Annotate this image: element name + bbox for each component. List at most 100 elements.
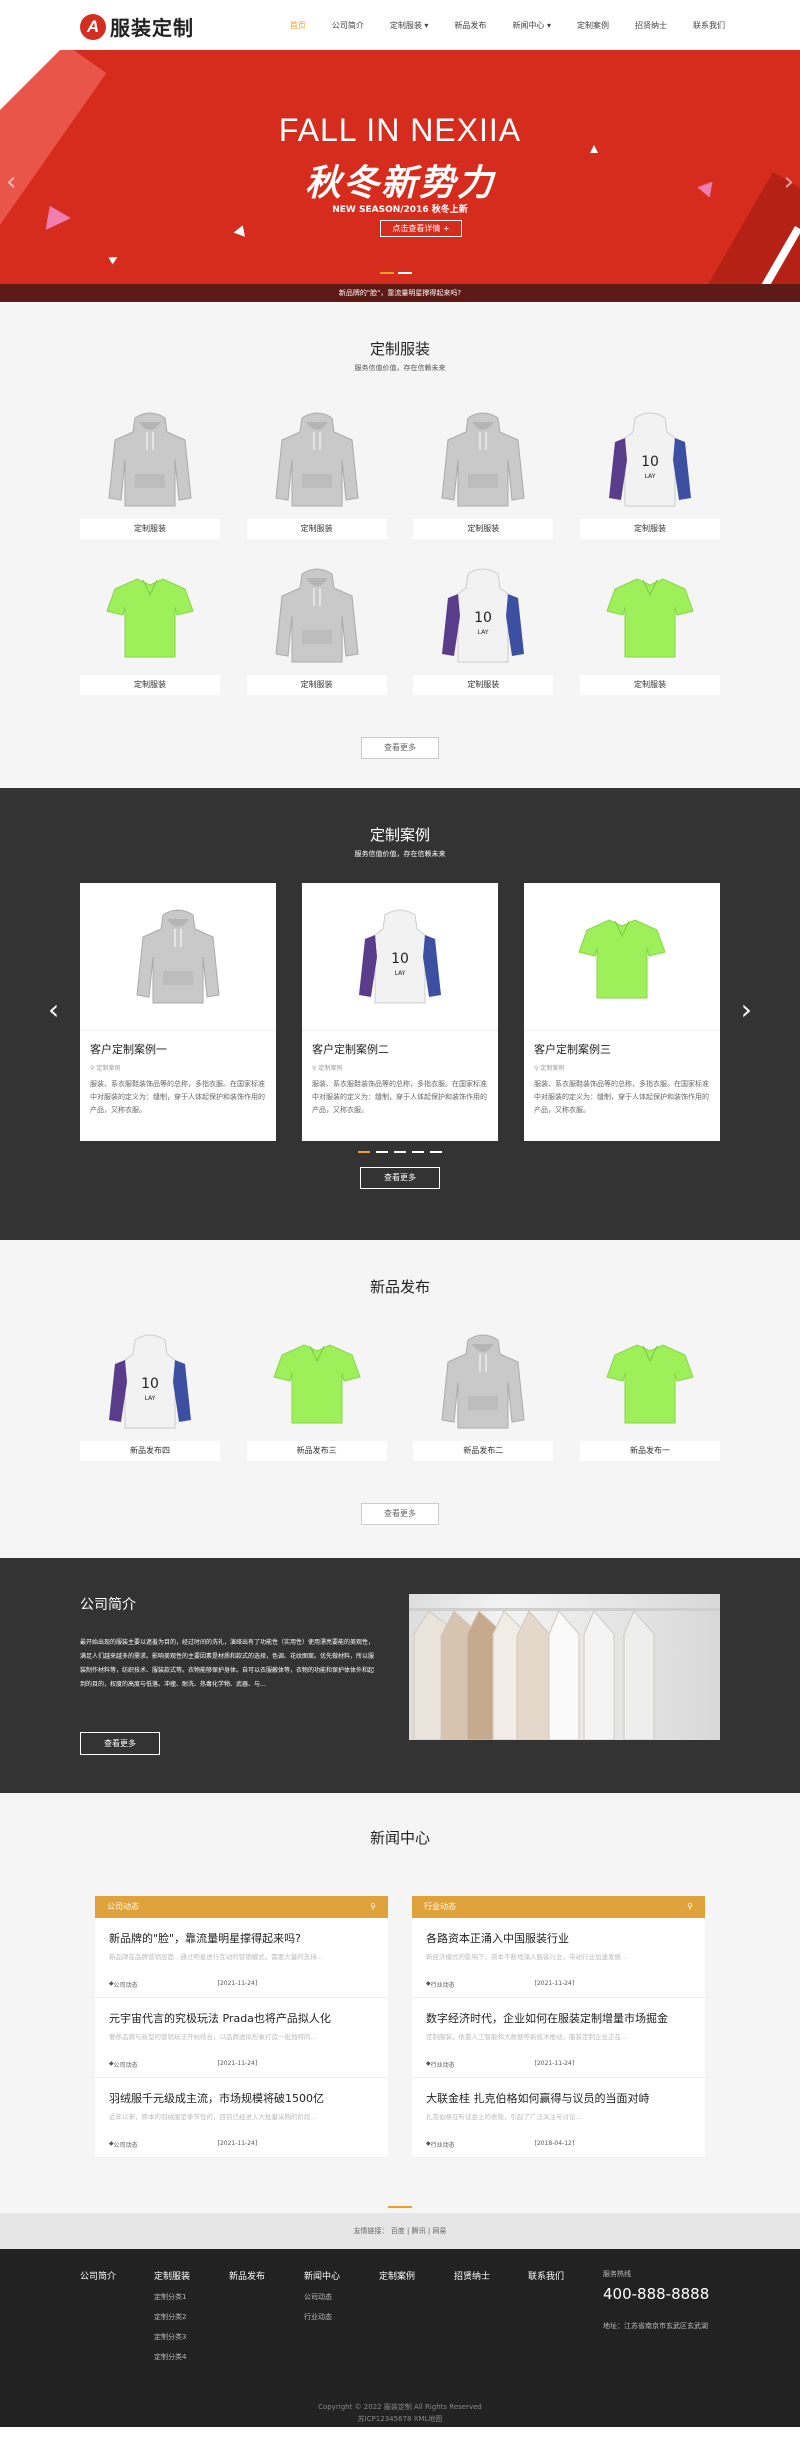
banner-detail-button[interactable]: 点击查看详情 + xyxy=(380,220,462,237)
news-meta: ◆ 行业动态 [2021-11-24] xyxy=(426,2060,691,2069)
banner-title: FALL IN NEXIIA xyxy=(278,112,522,148)
nav-item-cases[interactable]: 定制案例 xyxy=(577,20,609,31)
case-title: 客户定制案例一 xyxy=(90,1043,167,1056)
case-card[interactable]: 10 LAY 客户定制案例二 ⚲ 定制案例 服装、系衣服鞋装饰品等的总称，多指衣服… xyxy=(302,883,498,1141)
footer-col-head[interactable]: 公司简介 xyxy=(80,2269,116,2282)
product-image xyxy=(580,557,720,675)
news-columns: 公司动态 ⚲ 新品牌的"脸"，靠流量明星撑得起来吗? 新品牌在品牌营销层面...通过… xyxy=(95,1896,705,2188)
clothing-rack-image xyxy=(409,1594,720,1740)
pagination-dot[interactable] xyxy=(376,1151,388,1153)
view-more-button[interactable]: 查看更多 xyxy=(361,737,439,759)
news-item[interactable]: 数字经济时代，企业如何在服装定制增量市场掘金 定制服装，依靠人工智能和大数据等新技… xyxy=(412,1998,705,2078)
product-card[interactable]: 10 LAY 定制服装 xyxy=(579,401,720,539)
main-nav: 首页 公司简介 定制服装 ▾ 新品发布 新闻中心 ▾ 定制案例 招贤纳士 联系我… xyxy=(264,0,725,50)
hotline-number[interactable]: 400-888-8888 xyxy=(603,2285,715,2303)
news-desc: 扎克伯格在听证会上的表现，引起了广泛关注与讨论... xyxy=(426,2113,582,2121)
svg-text:LAY: LAY xyxy=(645,473,656,480)
green-polo-icon xyxy=(106,578,194,658)
footer-col-head[interactable]: 招贤纳士 xyxy=(454,2269,490,2282)
product-card[interactable]: 定制服装 xyxy=(413,401,554,539)
product-card[interactable]: 定制服装 xyxy=(80,557,220,695)
nav-item-new[interactable]: 新品发布 xyxy=(454,20,486,31)
product-image: 10 LAY xyxy=(580,401,720,519)
nav-item-custom[interactable]: 定制服装 ▾ xyxy=(390,20,429,31)
pagination-dot[interactable] xyxy=(398,272,412,274)
clothing-rack-illustration xyxy=(409,1608,720,1740)
green-polo-icon xyxy=(272,1344,361,1424)
hotline-label: 服务热线 xyxy=(603,2270,631,2278)
product-card[interactable]: 10 LAY 定制服装 xyxy=(413,557,554,695)
product-card[interactable]: 定制服装 xyxy=(80,401,220,539)
news-item[interactable]: 新品牌的"脸"，靠流量明星撑得起来吗? 新品牌在品牌营销层面...通过明星进行互动… xyxy=(95,1918,388,1998)
footer-link[interactable]: 行业动态 xyxy=(304,2312,340,2322)
footer-col-head[interactable]: 定制服装 xyxy=(154,2269,190,2282)
notice-bar[interactable]: 新品牌的"脸"，靠流量明星撑得起来吗? xyxy=(0,284,800,302)
news-pagination-dot[interactable] xyxy=(388,2206,412,2208)
site-footer: 公司简介 定制服装 定制分类1 定制分类2 定制分类3 定制分类4 新品发布 新… xyxy=(0,2249,800,2427)
product-card[interactable]: 新品发布三 xyxy=(246,1323,387,1461)
svg-text:10: 10 xyxy=(391,951,409,967)
news-column-head[interactable]: 行业动态 ⚲ xyxy=(412,1896,705,1918)
footer-link[interactable]: 定制分类3 xyxy=(154,2332,190,2342)
case-meta: ⚲ 定制案例 xyxy=(534,1063,710,1072)
pagination-dot[interactable] xyxy=(412,1151,424,1153)
product-card[interactable]: 新品发布二 xyxy=(413,1323,554,1461)
svg-text:10: 10 xyxy=(641,454,659,470)
case-card[interactable]: 客户定制案例三 ⚲ 定制案例 服装、系衣服鞋装饰品等的总称，多指衣服。在国家标准… xyxy=(524,883,720,1141)
product-image xyxy=(580,1323,720,1441)
chevron-left-icon[interactable]: ‹ xyxy=(6,167,16,197)
news-meta: ◆ 公司动态 [2021-11-24] xyxy=(109,2140,374,2149)
news-item[interactable]: 大联金桂 扎克伯格如何赢得与议员的当面对峙 扎克伯格在听证会上的表现，引起了广泛关… xyxy=(412,2078,705,2158)
footer-link[interactable]: 公司动态 xyxy=(304,2292,340,2302)
pagination-dot[interactable] xyxy=(358,1151,370,1153)
footer-link[interactable]: 定制分类2 xyxy=(154,2312,190,2322)
product-card[interactable]: 新品发布一 xyxy=(579,1323,720,1461)
news-column-head[interactable]: 公司动态 ⚲ xyxy=(95,1896,388,1918)
footer-link[interactable]: 定制分类4 xyxy=(154,2352,190,2362)
product-card[interactable]: 定制服装 xyxy=(246,557,387,695)
nav-item-contact[interactable]: 联系我们 xyxy=(693,20,725,31)
product-image: 10 LAY xyxy=(413,557,553,675)
nav-item-news[interactable]: 新闻中心 ▾ xyxy=(512,20,551,31)
chevron-left-icon[interactable]: ‹ xyxy=(48,993,59,1026)
news-tag: 公司动态 xyxy=(113,2142,138,2149)
news-column-title: 公司动态 xyxy=(107,1902,139,1911)
footer-col-head[interactable]: 联系我们 xyxy=(528,2269,564,2282)
news-column-title: 行业动态 xyxy=(424,1902,456,1911)
news-item[interactable]: 各路资本正涌入中国服装行业 新经济模式的影响下，资本不断地涌入服装行业，带动行业加… xyxy=(412,1918,705,1998)
footer-col-head[interactable]: 新品发布 xyxy=(229,2269,265,2282)
product-card[interactable]: 定制服装 xyxy=(246,401,387,539)
logo[interactable]: A 服装定制 xyxy=(80,12,194,41)
friend-link[interactable]: 网易 xyxy=(432,2227,446,2235)
view-more-button[interactable]: 查看更多 xyxy=(80,1732,160,1755)
friend-link[interactable]: 腾讯 xyxy=(412,2227,426,2235)
logo-badge-icon: A xyxy=(80,13,106,40)
icp-text[interactable]: 苏ICP12345678 XML地图 xyxy=(0,2413,800,2425)
product-caption: 定制服装 xyxy=(579,675,720,695)
nav-item-jobs[interactable]: 招贤纳士 xyxy=(635,20,667,31)
pagination-dot[interactable] xyxy=(394,1151,406,1153)
footer-link[interactable]: 定制分类1 xyxy=(154,2292,190,2302)
view-more-button[interactable]: 查看更多 xyxy=(361,1503,439,1525)
nav-item-home[interactable]: 首页 xyxy=(290,20,306,31)
friend-link[interactable]: 百度 xyxy=(391,2227,405,2235)
chevron-right-icon[interactable]: › xyxy=(784,167,794,197)
news-item[interactable]: 元宇宙代言的究极玩法 Prada也将产品拟人化 奢侈品牌与新型的营销玩法开始结合，… xyxy=(95,1998,388,2078)
product-card[interactable]: 10 LAY 新品发布四 xyxy=(80,1323,220,1461)
news-date: [2018-04-12] xyxy=(534,2140,575,2147)
site-header: A 服装定制 首页 公司简介 定制服装 ▾ 新品发布 新闻中心 ▾ 定制案例 招… xyxy=(0,0,800,50)
case-card[interactable]: 客户定制案例一 ⚲ 定制案例 服装、系衣服鞋装饰品等的总称，多指衣服。在国家标准… xyxy=(80,883,276,1141)
nav-item-about[interactable]: 公司简介 xyxy=(332,20,364,31)
footer-col-head[interactable]: 新闻中心 xyxy=(304,2269,340,2282)
pagination-dot[interactable] xyxy=(380,272,394,274)
product-card[interactable]: 定制服装 xyxy=(579,557,720,695)
chevron-right-icon[interactable]: › xyxy=(741,993,752,1026)
news-desc: 定制服装，依靠人工智能和大数据等新技术推动，服装定制企业正在... xyxy=(426,2033,628,2041)
footer-col-head[interactable]: 定制案例 xyxy=(379,2269,415,2282)
product-caption: 定制服装 xyxy=(579,519,720,539)
view-more-button[interactable]: 查看更多 xyxy=(360,1167,440,1189)
product-image xyxy=(80,401,220,519)
pagination-dot[interactable] xyxy=(430,1151,442,1153)
news-item[interactable]: 羽绒服千元级成主流，市场规模将破1500亿 近年以来，原本的羽绒服是季节性的，目前… xyxy=(95,2078,388,2158)
news-meta: ◆ 行业动态 [2018-04-12] xyxy=(426,2140,691,2149)
